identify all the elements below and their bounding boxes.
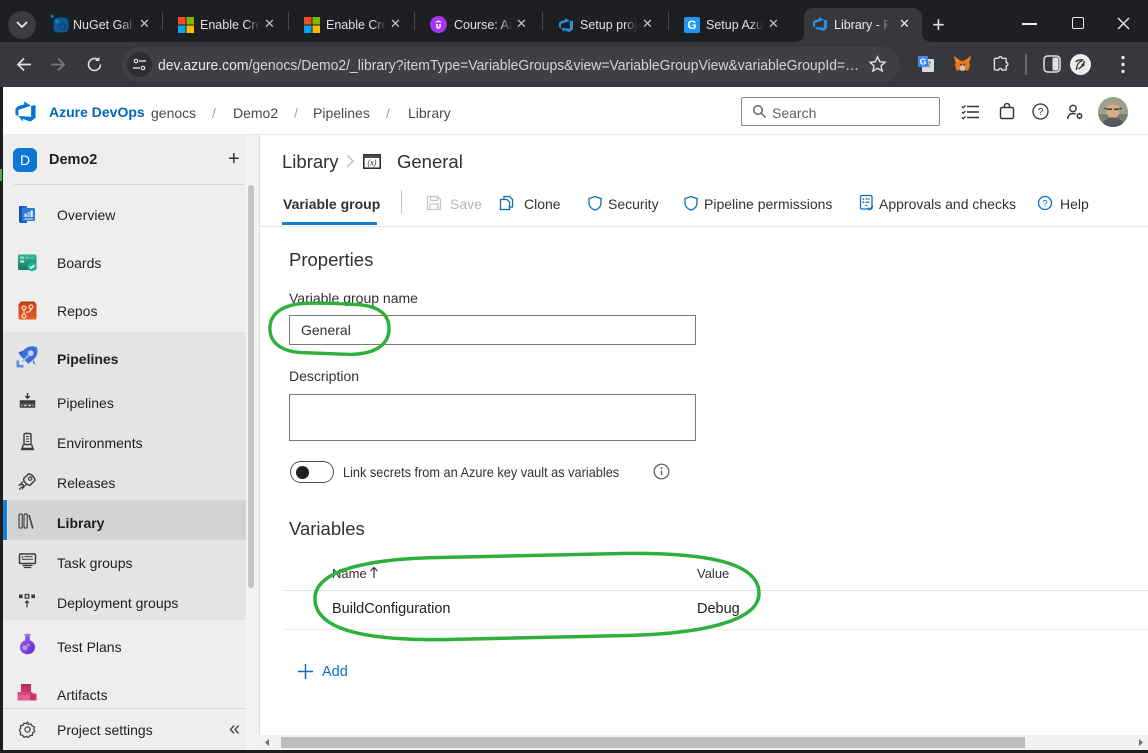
svg-text:?: ? — [1038, 107, 1044, 118]
svg-text:(x): (x) — [367, 159, 377, 168]
svg-text:?: ? — [1042, 199, 1047, 210]
svg-text:G: G — [920, 57, 927, 67]
